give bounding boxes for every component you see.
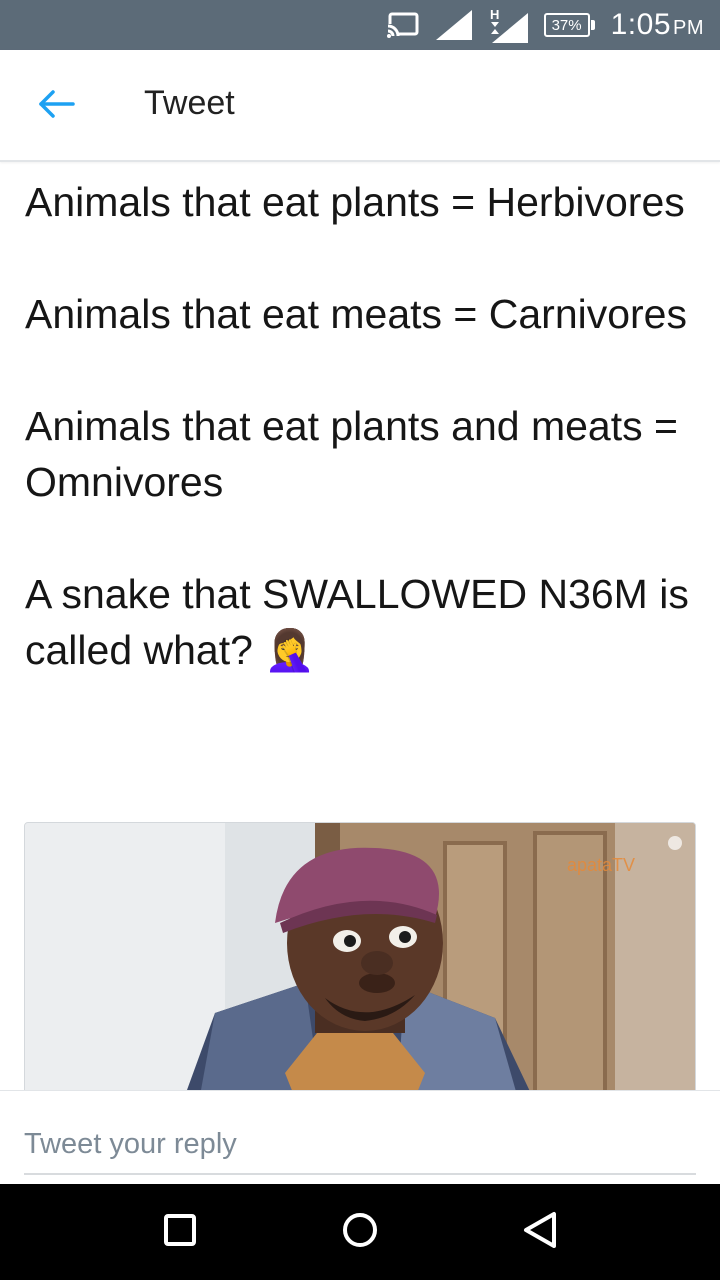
h-data-signal-icon: H <box>488 7 528 43</box>
cast-icon <box>385 12 420 38</box>
tweet-paragraph: Animals that eat plants and meats = Omni… <box>25 403 678 505</box>
battery-level: 37% <box>543 13 590 37</box>
svg-text:H: H <box>490 7 499 22</box>
tweet-text: Animals that eat plants = Herbivores Ani… <box>0 164 720 678</box>
clock-time: 1:05 <box>610 8 671 41</box>
system-nav-bar <box>0 1184 720 1280</box>
cell-signal-icon <box>435 10 472 40</box>
back-button[interactable] <box>28 80 84 132</box>
reply-bar <box>0 1090 720 1184</box>
status-icons: H 37% 1:05 PM <box>385 0 704 50</box>
tweet-media-image[interactable]: apataTV <box>24 822 696 1090</box>
tweet-paragraph: A snake that SWALLOWED N36M is called wh… <box>25 571 689 673</box>
tweet-paragraph: Animals that eat meats = Carnivores <box>25 291 687 337</box>
app-bar: Tweet <box>0 50 720 162</box>
recents-square-icon <box>163 1213 197 1252</box>
back-arrow-icon <box>37 89 75 124</box>
media-photo: apataTV <box>25 823 695 1090</box>
media-watermark: apataTV <box>567 855 635 875</box>
back-triangle-icon <box>522 1211 558 1254</box>
page-title: Tweet <box>144 84 235 122</box>
recents-button[interactable] <box>156 1208 204 1256</box>
status-bar: H 37% 1:05 PM <box>0 0 720 50</box>
tweet-paragraph: Animals that eat plants = Herbivores <box>25 179 685 225</box>
clock-ampm: PM <box>673 17 704 39</box>
home-circle-icon <box>341 1211 379 1254</box>
tweet-detail: Animals that eat plants = Herbivores Ani… <box>0 164 720 1090</box>
reply-input[interactable] <box>24 1115 696 1175</box>
status-clock: 1:05 PM <box>611 8 704 42</box>
nav-back-button[interactable] <box>516 1208 564 1256</box>
battery-icon: 37% <box>543 13 595 37</box>
home-button[interactable] <box>336 1208 384 1256</box>
